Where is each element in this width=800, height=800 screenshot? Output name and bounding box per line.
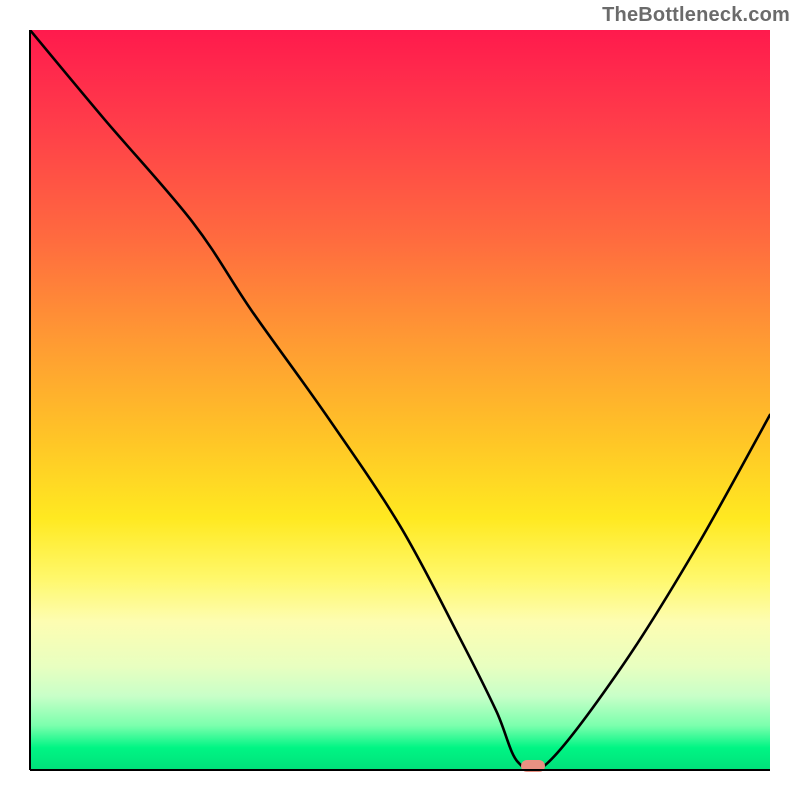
bottleneck-curve-path — [30, 30, 770, 770]
x-axis — [30, 769, 770, 771]
y-axis — [29, 30, 31, 770]
curve-svg — [30, 30, 770, 770]
watermark-text: TheBottleneck.com — [602, 4, 790, 27]
bottleneck-chart: TheBottleneck.com — [0, 0, 800, 800]
plot-area — [30, 30, 770, 770]
